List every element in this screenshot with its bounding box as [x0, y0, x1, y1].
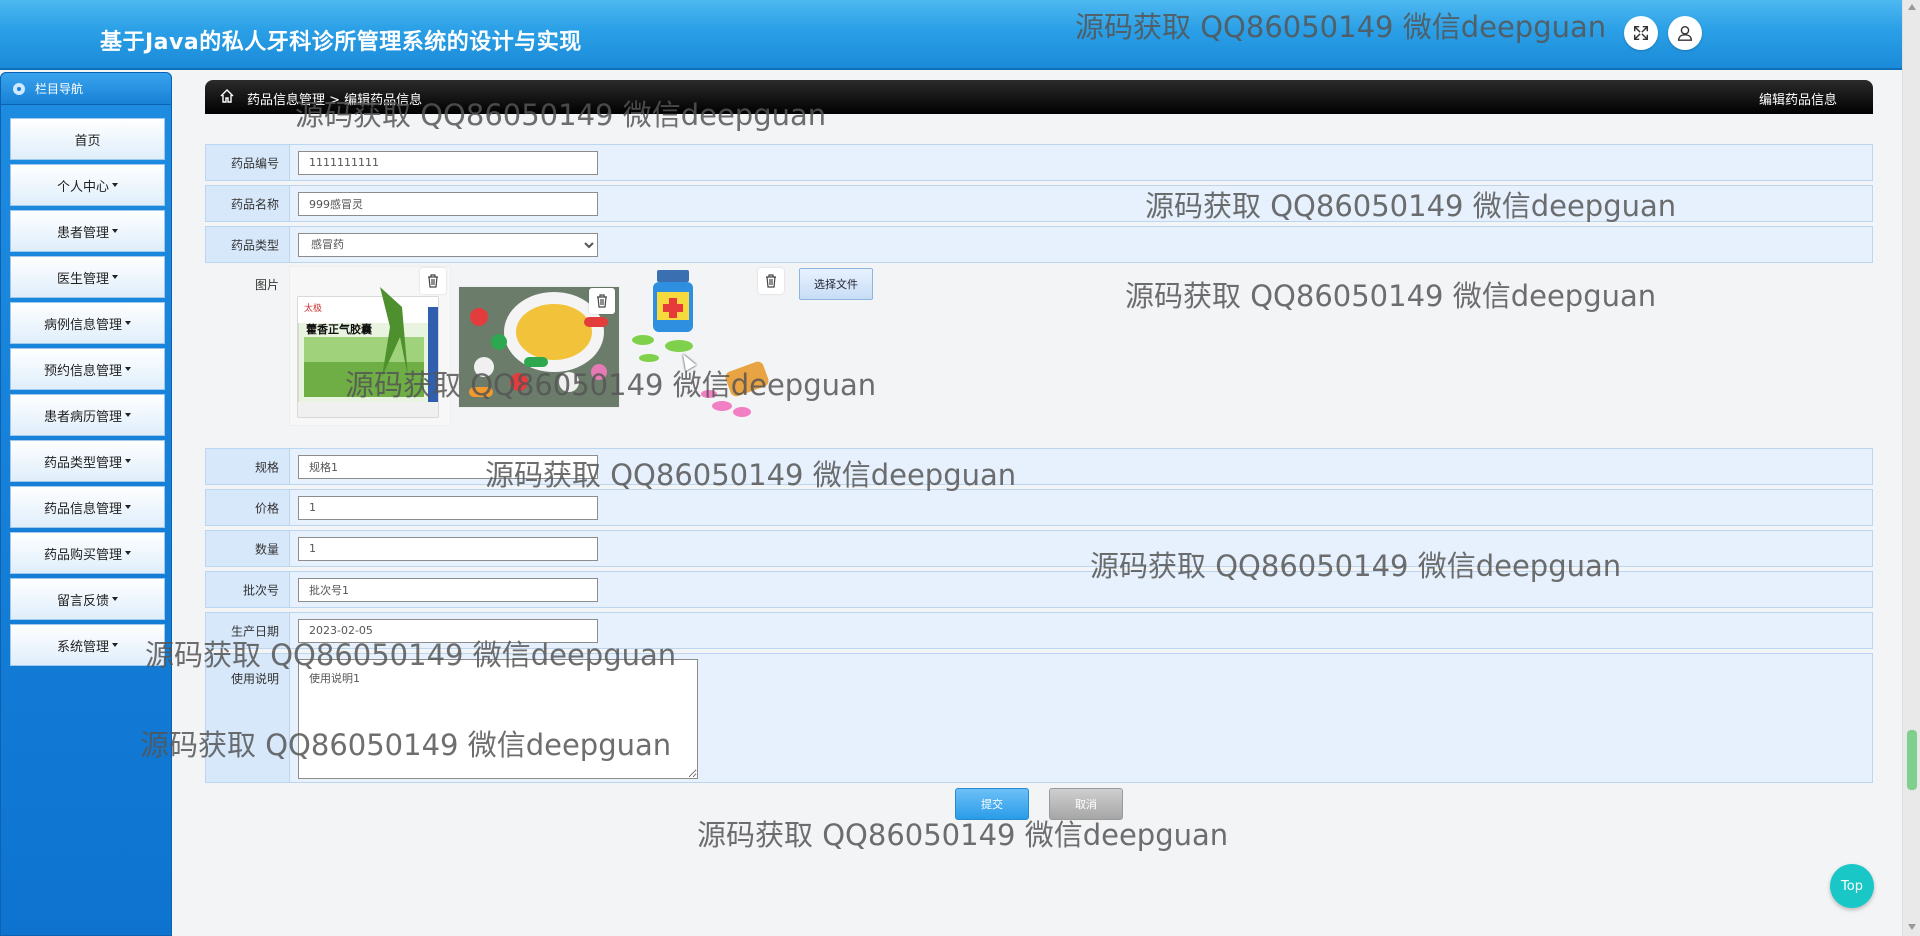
- sidebar-item-label: 个人中心: [56, 179, 109, 195]
- expand-icon: [1633, 25, 1649, 41]
- code-label: 药品编号: [230, 156, 279, 170]
- date-input[interactable]: [298, 618, 598, 643]
- sidebar-item-5[interactable]: 预约信息管理: [10, 348, 165, 390]
- choose-file-button[interactable]: 选择文件: [799, 268, 873, 300]
- caret-down-icon: [112, 229, 118, 233]
- breadcrumb-bar: 药品信息管理 > 编辑药品信息 编辑药品信息: [205, 80, 1873, 114]
- app-title: 基于Java的私人牙科诊所管理系统的设计与实现: [100, 30, 582, 55]
- sidebar-item-label: 药品类型管理: [43, 455, 122, 471]
- sidebar-item-4[interactable]: 病例信息管理: [10, 302, 165, 344]
- sidebar-item-label: 药品购买管理: [43, 547, 122, 563]
- user-button[interactable]: [1668, 16, 1702, 50]
- sidebar-heading: 栏目导航: [1, 73, 171, 105]
- fullscreen-button[interactable]: [1624, 16, 1658, 50]
- sidebar-item-10[interactable]: 留言反馈: [10, 578, 165, 620]
- sidebar-item-label: 留言反馈: [56, 593, 109, 609]
- sidebar-item-label: 病例信息管理: [43, 317, 122, 333]
- caret-down-icon: [112, 643, 118, 647]
- caret-down-icon: [125, 505, 131, 509]
- sidebar-item-label: 患者病历管理: [43, 409, 122, 425]
- delete-image-2-button[interactable]: [589, 288, 615, 314]
- row-name: 药品名称: [205, 185, 1873, 222]
- sidebar-item-2[interactable]: 患者管理: [10, 210, 165, 252]
- date-label: 生产日期: [230, 624, 279, 638]
- trash-icon: [428, 274, 438, 288]
- sidebar-item-6[interactable]: 患者病历管理: [10, 394, 165, 436]
- page-scrollbar[interactable]: [1902, 0, 1920, 936]
- caret-down-icon: [125, 367, 131, 371]
- sidebar-item-3[interactable]: 医生管理: [10, 256, 165, 298]
- back-to-top-button[interactable]: Top: [1830, 864, 1874, 908]
- price-input[interactable]: [298, 495, 598, 520]
- row-price: 价格: [205, 489, 1873, 526]
- trash-icon: [766, 274, 776, 288]
- sidebar-item-1[interactable]: 个人中心: [10, 164, 165, 206]
- batch-input[interactable]: [298, 577, 598, 602]
- submit-button[interactable]: 提交: [955, 788, 1029, 820]
- caret-down-icon: [125, 551, 131, 555]
- sidebar-item-label: 首页: [74, 133, 101, 149]
- spec-label: 规格: [254, 460, 279, 474]
- type-label: 药品类型: [230, 238, 279, 252]
- sidebar-item-label: 医生管理: [56, 271, 109, 287]
- row-date: 生产日期: [205, 612, 1873, 649]
- spec-input[interactable]: [298, 454, 598, 479]
- name-label: 药品名称: [230, 197, 279, 211]
- row-type: 药品类型 感冒药: [205, 226, 1873, 263]
- cancel-button[interactable]: 取消: [1049, 788, 1123, 820]
- page-title: 编辑药品信息: [1758, 93, 1837, 108]
- name-input[interactable]: [298, 191, 598, 216]
- scroll-up-arrow[interactable]: [1908, 4, 1916, 10]
- user-icon: [1677, 25, 1693, 41]
- price-label: 价格: [254, 501, 279, 515]
- delete-image-1-button[interactable]: [420, 268, 446, 294]
- caret-down-icon: [112, 597, 118, 601]
- nav-dot-icon: [13, 82, 25, 95]
- caret-down-icon: [125, 321, 131, 325]
- sidebar-item-label: 系统管理: [56, 639, 109, 655]
- home-icon[interactable]: [219, 88, 235, 104]
- sidebar-item-label: 预约信息管理: [43, 363, 122, 379]
- code-input[interactable]: [298, 150, 598, 175]
- breadcrumb: 药品信息管理 > 编辑药品信息: [247, 93, 423, 108]
- sidebar-item-0[interactable]: 首页: [10, 118, 165, 160]
- scroll-down-arrow[interactable]: [1908, 924, 1916, 930]
- caret-down-icon: [112, 183, 118, 187]
- usage-label: 使用说明: [230, 672, 279, 686]
- sidebar-item-label: 患者管理: [56, 225, 109, 241]
- svg-text:藿香正气胶囊: 藿香正气胶囊: [306, 322, 373, 336]
- caret-down-icon: [125, 413, 131, 417]
- type-select[interactable]: 感冒药: [298, 232, 598, 257]
- svg-text:太极: 太极: [304, 302, 322, 314]
- qty-label: 数量: [254, 542, 279, 556]
- image-label: 图片: [254, 278, 279, 292]
- scroll-thumb[interactable]: [1907, 730, 1917, 790]
- sidebar-item-11[interactable]: 系统管理: [10, 624, 165, 666]
- caret-down-icon: [125, 459, 131, 463]
- row-code: 药品编号: [205, 144, 1873, 181]
- row-batch: 批次号: [205, 571, 1873, 608]
- image-row: 图片 太极 藿香正气胶囊 选择文件: [205, 264, 1873, 444]
- app-header: 基于Java的私人牙科诊所管理系统的设计与实现: [0, 0, 1902, 70]
- batch-label: 批次号: [242, 583, 279, 597]
- qty-input[interactable]: [298, 536, 598, 561]
- sidebar-item-8[interactable]: 药品信息管理: [10, 486, 165, 528]
- delete-image-3-button[interactable]: [758, 268, 784, 294]
- sidebar-item-7[interactable]: 药品类型管理: [10, 440, 165, 482]
- row-usage: 使用说明 使用说明1: [205, 653, 1873, 783]
- sidebar-heading-label: 栏目导航: [35, 82, 84, 96]
- usage-textarea[interactable]: 使用说明1: [298, 659, 698, 779]
- caret-down-icon: [112, 275, 118, 279]
- row-qty: 数量: [205, 530, 1873, 567]
- row-spec: 规格: [205, 448, 1873, 485]
- sidebar-item-9[interactable]: 药品购买管理: [10, 532, 165, 574]
- sidebar-item-label: 药品信息管理: [43, 501, 122, 517]
- trash-icon: [597, 294, 607, 308]
